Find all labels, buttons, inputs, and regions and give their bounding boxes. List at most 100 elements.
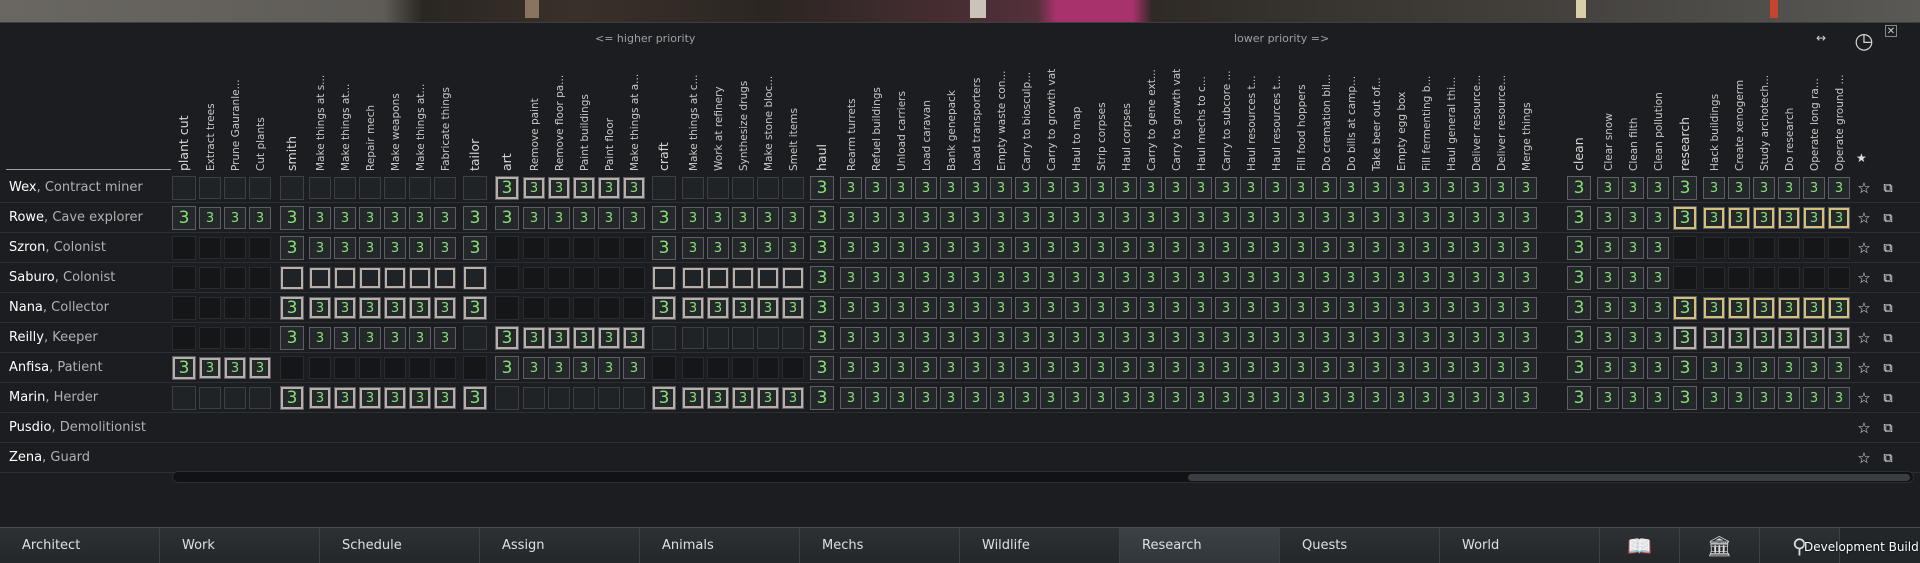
column-header-50[interactable]: Deliver resource... (1467, 23, 1485, 173)
priority-cell[interactable]: 3 (1065, 207, 1087, 229)
pawn-name[interactable]: Rowe, Cave explorer (9, 210, 143, 225)
priority-cell[interactable]: 3 (1440, 387, 1462, 409)
priority-cell[interactable]: 3 (1622, 297, 1644, 319)
priority-cell[interactable] (732, 177, 754, 199)
priority-cell[interactable] (1803, 237, 1825, 259)
priority-cell[interactable]: 3 (1440, 267, 1462, 289)
priority-cell[interactable]: 3 (1465, 267, 1487, 289)
priority-cell[interactable]: 3 (1015, 267, 1037, 289)
priority-cell[interactable]: 3 (1190, 177, 1212, 199)
priority-cell[interactable] (623, 267, 645, 289)
priority-cell[interactable]: 3 (1390, 237, 1412, 259)
priority-cell[interactable] (309, 267, 331, 289)
column-header-5[interactable]: Make things at s... (311, 23, 329, 173)
priority-cell[interactable]: 3 (840, 267, 862, 289)
priority-cell[interactable]: 3 (1647, 327, 1669, 349)
priority-cell[interactable] (172, 296, 196, 320)
priority-cell[interactable]: 3 (840, 327, 862, 349)
column-header-51[interactable]: Deliver resource... (1492, 23, 1510, 173)
priority-cell[interactable]: 3 (757, 237, 779, 259)
column-header-53[interactable]: clean (1570, 23, 1588, 173)
priority-cell[interactable]: 3 (1515, 207, 1537, 229)
priority-cell[interactable]: 3 (1490, 387, 1512, 409)
priority-cell[interactable]: 3 (990, 207, 1012, 229)
column-header-30[interactable]: Load transporters (967, 23, 985, 173)
column-header-54[interactable]: Clear snow (1599, 23, 1617, 173)
priority-cell[interactable]: 3 (623, 207, 645, 229)
priority-cell[interactable]: 3 (434, 387, 456, 409)
column-header-28[interactable]: Load caravan (917, 23, 935, 173)
priority-cell[interactable]: 3 (1240, 177, 1262, 199)
column-header-18[interactable]: craft (655, 23, 673, 173)
priority-cell[interactable]: 3 (495, 356, 519, 380)
priority-cell[interactable]: 3 (1673, 326, 1697, 350)
priority-cell[interactable] (495, 296, 519, 320)
priority-cell[interactable]: 3 (810, 356, 834, 380)
pawn-name[interactable]: Wex, Contract miner (9, 180, 143, 195)
column-header-43[interactable]: Fill food hoppers (1292, 23, 1310, 173)
priority-cell[interactable]: 3 (1215, 387, 1237, 409)
priority-cell[interactable]: 3 (1040, 177, 1062, 199)
priority-cell[interactable]: 3 (1567, 296, 1591, 320)
priority-cell[interactable]: 3 (1490, 207, 1512, 229)
priority-cell[interactable] (249, 267, 271, 289)
priority-cell[interactable]: 3 (915, 237, 937, 259)
priority-cell[interactable]: 3 (280, 206, 304, 230)
priority-cell[interactable]: 3 (1622, 387, 1644, 409)
priority-cell[interactable]: 3 (1490, 297, 1512, 319)
priority-cell[interactable] (249, 237, 271, 259)
priority-cell[interactable]: 3 (865, 297, 887, 319)
column-header-48[interactable]: Fill fermenting b... (1417, 23, 1435, 173)
priority-cell[interactable]: 3 (810, 266, 834, 290)
priority-cell[interactable] (409, 357, 431, 379)
priority-cell[interactable]: 3 (280, 386, 304, 410)
column-header-56[interactable]: Clean pollution (1649, 23, 1667, 173)
priority-cell[interactable] (280, 176, 304, 200)
priority-cell[interactable] (384, 177, 406, 199)
priority-cell[interactable]: 3 (1803, 327, 1825, 349)
priority-cell[interactable]: 3 (810, 386, 834, 410)
priority-cell[interactable]: 3 (1828, 177, 1850, 199)
priority-cell[interactable]: 3 (199, 357, 221, 379)
priority-cell[interactable]: 3 (890, 207, 912, 229)
priority-cell[interactable]: 3 (1597, 297, 1619, 319)
priority-cell[interactable]: 3 (840, 207, 862, 229)
priority-cell[interactable] (757, 327, 779, 349)
priority-cell[interactable]: 3 (1828, 357, 1850, 379)
priority-cell[interactable]: 3 (1265, 357, 1287, 379)
column-header-32[interactable]: Carry to biosculp... (1017, 23, 1035, 173)
column-header-27[interactable]: Unload carriers (892, 23, 910, 173)
priority-cell[interactable]: 3 (1015, 357, 1037, 379)
priority-cell[interactable]: 3 (1140, 237, 1162, 259)
priority-cell[interactable] (548, 297, 570, 319)
priority-cell[interactable]: 3 (309, 237, 331, 259)
priority-cell[interactable]: 3 (1290, 237, 1312, 259)
priority-cell[interactable] (359, 177, 381, 199)
priority-cell[interactable]: 3 (1340, 177, 1362, 199)
priority-cell[interactable] (782, 267, 804, 289)
column-header-35[interactable]: Strip corpses (1092, 23, 1110, 173)
priority-cell[interactable]: 3 (865, 387, 887, 409)
column-header-26[interactable]: Refuel buildings (867, 23, 885, 173)
priority-cell[interactable]: 3 (1015, 297, 1037, 319)
main-tab-wildlife[interactable]: Wildlife (960, 528, 1120, 563)
priority-cell[interactable] (334, 357, 356, 379)
pawn-name[interactable]: Zena, Guard (9, 450, 90, 465)
priority-cell[interactable]: 3 (548, 357, 570, 379)
priority-cell[interactable] (573, 237, 595, 259)
priority-cell[interactable]: 3 (1828, 207, 1850, 229)
priority-cell[interactable]: 3 (1622, 207, 1644, 229)
priority-cell[interactable]: 3 (1515, 237, 1537, 259)
priority-cell[interactable]: 3 (1290, 267, 1312, 289)
priority-cell[interactable]: 3 (309, 297, 331, 319)
priority-cell[interactable] (334, 267, 356, 289)
priority-cell[interactable] (409, 177, 431, 199)
priority-cell[interactable]: 3 (1390, 387, 1412, 409)
priority-cell[interactable]: 3 (1365, 297, 1387, 319)
priority-cell[interactable]: 3 (1240, 267, 1262, 289)
priority-cell[interactable] (523, 297, 545, 319)
priority-cell[interactable]: 3 (1215, 297, 1237, 319)
priority-cell[interactable]: 3 (652, 236, 676, 260)
priority-cell[interactable]: 3 (409, 207, 431, 229)
priority-cell[interactable]: 3 (840, 387, 862, 409)
